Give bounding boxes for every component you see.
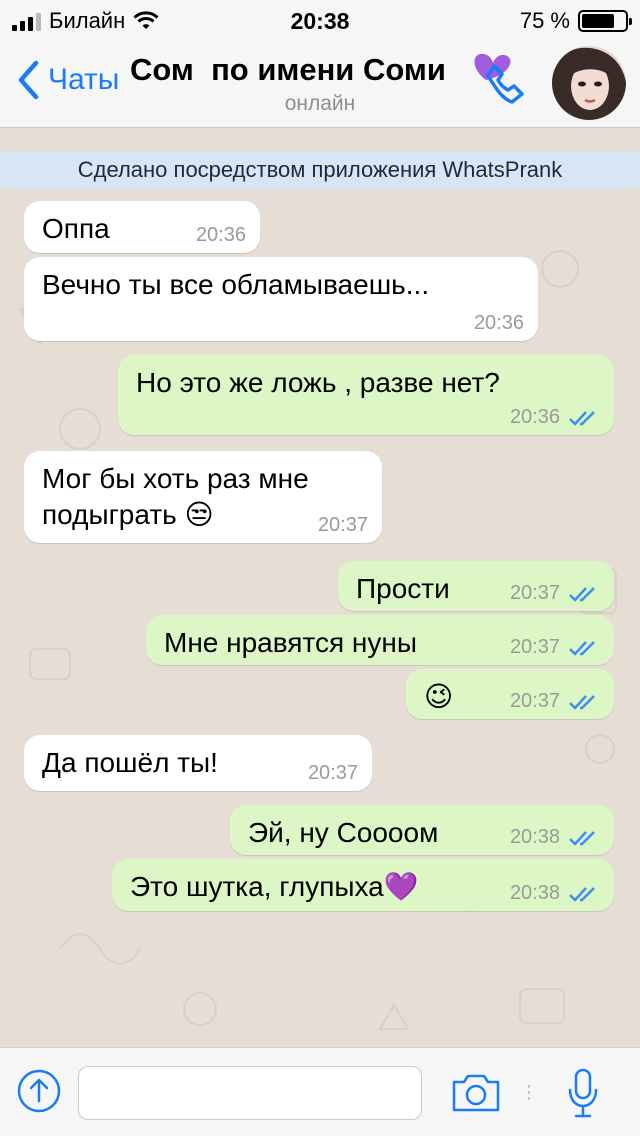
message-time: 20:36	[195, 224, 246, 246]
message-time: 20:37	[509, 582, 560, 604]
message-meta: 20:38	[510, 882, 600, 905]
double-check-icon	[569, 410, 595, 426]
message-meta: 20:37	[510, 582, 600, 605]
battery-percent: 75 %	[519, 8, 570, 33]
message-incoming[interactable]: Мог бы хоть раз мне подыграть 😒 20:37	[24, 451, 382, 543]
double-check-icon	[569, 886, 595, 902]
message-outgoing[interactable]: Мне нравятся нуны 20:37	[146, 615, 614, 665]
battery-fill	[582, 14, 614, 28]
battery-icon	[578, 10, 632, 32]
message-time: 20:37	[317, 514, 368, 536]
message-outgoing[interactable]: 😉 20:37	[406, 669, 614, 719]
message-time: 20:36	[509, 406, 560, 428]
message-meta: 20:37	[510, 636, 600, 659]
message-time: 20:38	[509, 826, 560, 848]
app-banner: Сделано посредством приложения WhatsPran…	[0, 151, 640, 189]
message-outgoing[interactable]: Это шутка, глупыха💜 20:38	[112, 859, 614, 911]
status-bar: Билайн 20:38 75 %	[0, 0, 640, 40]
message-outgoing[interactable]: Но это же ложь , разве нет? 20:36	[118, 355, 614, 435]
message-text: Вечно ты все обламываешь...	[42, 269, 430, 300]
message-meta: 20:37	[510, 690, 600, 713]
chat-header: Чаты Сом по имени Соми онлайн	[0, 40, 640, 128]
message-meta: 20:36	[474, 312, 524, 335]
message-time: 20:38	[509, 882, 560, 904]
message-input[interactable]	[78, 1066, 422, 1120]
camera-icon[interactable]	[450, 1070, 502, 1114]
double-check-icon	[569, 694, 595, 710]
input-bar: ⋮	[0, 1047, 640, 1136]
double-check-icon	[569, 830, 595, 846]
message-outgoing[interactable]: Прости 20:37	[338, 561, 614, 611]
message-meta: 20:37	[318, 514, 368, 537]
message-text: Мог бы хоть раз мне подыграть 😒	[42, 463, 309, 530]
arrow-up-circle-icon[interactable]	[16, 1068, 62, 1114]
status-bar-right: 75 %	[519, 8, 632, 34]
contact-name[interactable]: Сом по имени Соми	[130, 52, 446, 88]
message-outgoing[interactable]: Эй, ну Соооом 20:38	[230, 805, 614, 855]
double-check-icon	[569, 640, 595, 656]
separator-dots: ⋮	[520, 1082, 538, 1102]
message-time: 20:36	[473, 312, 524, 334]
message-incoming[interactable]: Да пошёл ты! 20:37	[24, 735, 372, 791]
microphone-icon[interactable]	[566, 1066, 600, 1120]
message-time: 20:37	[509, 690, 560, 712]
message-time: 20:37	[509, 636, 560, 658]
double-check-icon	[569, 586, 595, 602]
message-meta: 20:36	[510, 406, 600, 429]
avatar-photo	[552, 46, 626, 120]
message-text: Оппа	[42, 213, 110, 244]
message-incoming[interactable]: Оппа 20:36	[24, 201, 260, 253]
purple-heart-phone-icon[interactable]	[466, 46, 530, 110]
message-meta: 20:36	[196, 224, 246, 247]
message-text: Но это же ложь , разве нет?	[136, 367, 500, 398]
message-meta: 20:38	[510, 826, 600, 849]
chat-area[interactable]: Сделано посредством приложения WhatsPran…	[0, 129, 640, 1047]
message-time: 20:37	[307, 762, 358, 784]
message-meta: 20:37	[308, 762, 358, 785]
contact-avatar[interactable]	[552, 46, 626, 120]
contact-status: онлайн	[284, 92, 356, 115]
message-incoming[interactable]: Вечно ты все обламываешь... 20:36	[24, 257, 538, 341]
